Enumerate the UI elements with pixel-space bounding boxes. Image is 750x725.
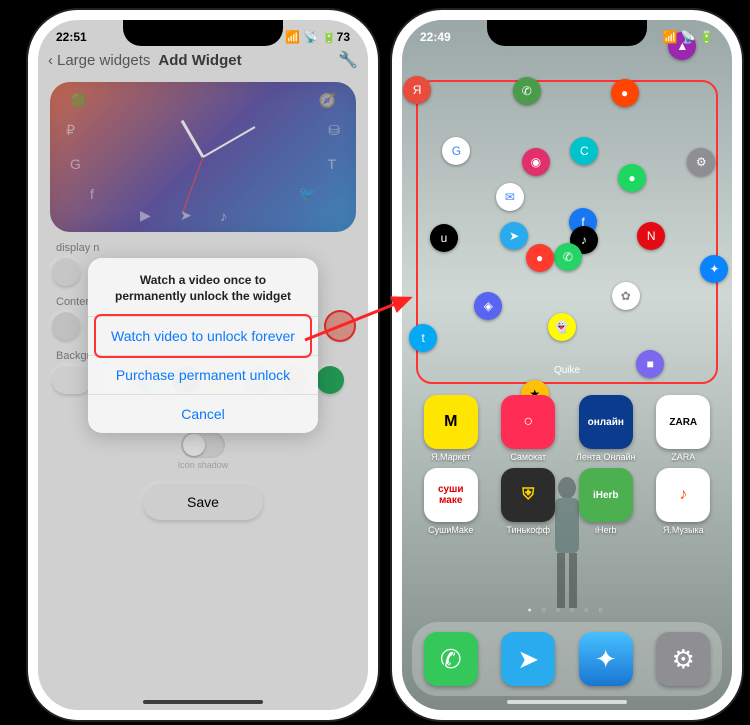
spiral-app-icon[interactable]: ●	[526, 244, 554, 272]
cancel-button[interactable]: Cancel	[88, 394, 318, 433]
status-right: 📶 📡 🔋	[663, 30, 715, 44]
spiral-app-icon[interactable]: ●	[618, 164, 646, 192]
sheet-message: Watch a video once to permanently unlock…	[88, 258, 318, 316]
widget-label: Quike	[418, 365, 716, 376]
app-icon[interactable]: ZARAZARA	[649, 395, 719, 462]
status-right: 📶 📡 🔋73	[285, 30, 350, 44]
app-icon[interactable]: ⛨Тинькофф	[494, 468, 564, 535]
dock-phone[interactable]: ✆	[424, 632, 478, 686]
spiral-app-icon[interactable]: G	[442, 137, 470, 165]
home-indicator[interactable]	[143, 700, 263, 704]
quike-widget[interactable]: f♪✆●➤✉◉C●N✿👻◈uG✆●⚙✦■★t$ЯX▲◐ Quike	[416, 80, 718, 384]
app-icon[interactable]: iHerbiHerb	[571, 468, 641, 535]
spiral-app-icon[interactable]: ◉	[522, 148, 550, 176]
app-icon[interactable]: MЯ.Маркет	[416, 395, 486, 462]
spiral-app-icon[interactable]: C	[570, 137, 598, 165]
dock-settings[interactable]: ⚙	[656, 632, 710, 686]
spiral-app-icon[interactable]: ◈	[474, 292, 502, 320]
spiral-app-icon[interactable]: ✆	[513, 77, 541, 105]
screen-right: 22:49 📶 📡 🔋 f♪✆●➤✉◉C●N✿👻◈uG✆●⚙✦■★t$ЯX▲◐ …	[402, 20, 732, 710]
app-icon[interactable]: суши макеСушиMake	[416, 468, 486, 535]
dock-safari[interactable]: ✦	[579, 632, 633, 686]
app-icon[interactable]: онлайнЛента Онлайн	[571, 395, 641, 462]
spiral-app-icon[interactable]: ✿	[612, 282, 640, 310]
spiral-app-icon[interactable]: ⚙	[687, 148, 715, 176]
home-indicator[interactable]	[507, 700, 627, 704]
spiral-app-icon[interactable]: u	[430, 224, 458, 252]
unlock-sheet: Watch a video once to permanently unlock…	[88, 258, 318, 433]
dock: ✆ ➤ ✦ ⚙	[412, 622, 722, 696]
spiral-app-icon[interactable]: ✦	[700, 255, 728, 283]
spiral-app-icon[interactable]: ✆	[554, 243, 582, 271]
phone-right: 22:49 📶 📡 🔋 f♪✆●➤✉◉C●N✿👻◈uG✆●⚙✦■★t$ЯX▲◐ …	[392, 10, 742, 720]
watch-video-button[interactable]: Watch video to unlock forever	[88, 316, 318, 355]
phone-left: 22:51 📶 📡 🔋73 ‹ Large widgets Add Widget…	[28, 10, 378, 720]
purchase-button[interactable]: Purchase permanent unlock	[88, 355, 318, 394]
notch	[123, 20, 283, 46]
page-dots[interactable]: ● ○ ○ ○ ○ ○	[402, 607, 732, 614]
spiral-app-icon[interactable]: ➤	[500, 222, 528, 250]
notch	[487, 20, 647, 46]
status-time: 22:49	[420, 30, 451, 44]
spiral-app-icon[interactable]: 👻	[548, 313, 576, 341]
app-icon[interactable]: ○Самокат	[494, 395, 564, 462]
screen-left: 22:51 📶 📡 🔋73 ‹ Large widgets Add Widget…	[38, 20, 368, 710]
status-time: 22:51	[56, 30, 87, 44]
spiral-app-icon[interactable]: Я	[403, 76, 431, 104]
stage: 22:51 📶 📡 🔋73 ‹ Large widgets Add Widget…	[0, 0, 750, 725]
spiral-app-icon[interactable]: N	[637, 222, 665, 250]
app-grid: MЯ.Маркет○СамокатонлайнЛента ОнлайнZARAZ…	[416, 395, 718, 535]
dock-telegram[interactable]: ➤	[501, 632, 555, 686]
app-icon[interactable]: ♪Я.Музыка	[649, 468, 719, 535]
spiral-app-icon[interactable]: ●	[611, 79, 639, 107]
spiral-app-icon[interactable]: ✉	[496, 183, 524, 211]
icon-spiral: f♪✆●➤✉◉C●N✿👻◈uG✆●⚙✦■★t$ЯX▲◐	[418, 82, 716, 382]
spiral-app-icon[interactable]: t	[409, 324, 437, 352]
